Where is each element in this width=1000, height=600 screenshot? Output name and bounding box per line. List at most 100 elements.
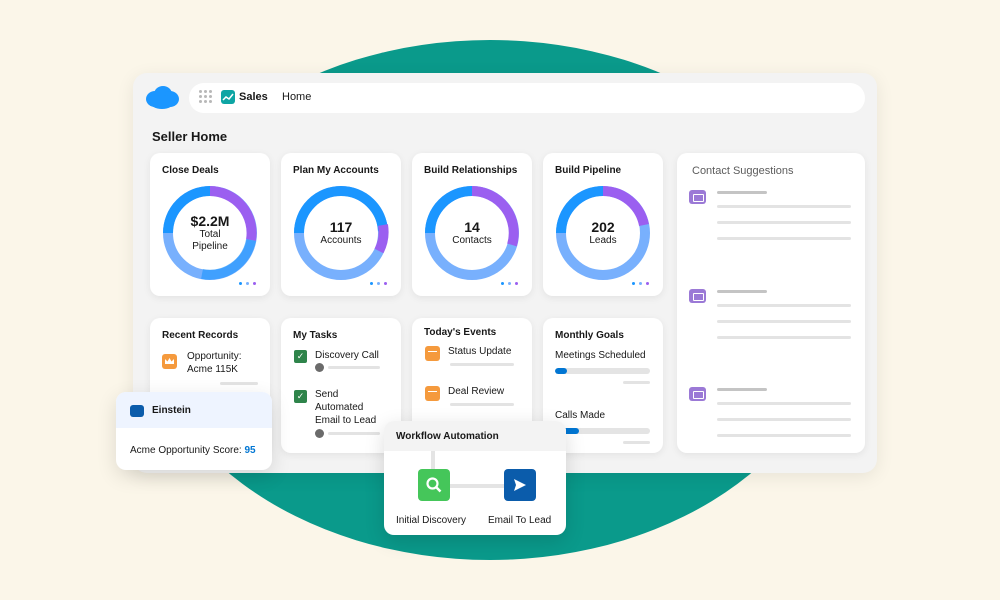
placeholder-line [220, 382, 258, 385]
placeholder-line [623, 441, 650, 444]
pagination-dots[interactable] [239, 282, 256, 285]
card-title: Build Relationships [424, 165, 518, 176]
search-icon [426, 477, 442, 493]
placeholder-line [717, 304, 851, 307]
task-label: Automated [315, 402, 364, 413]
goal-progress-bar [555, 368, 650, 374]
salesforce-cloud-icon[interactable] [145, 85, 179, 111]
calendar-icon [425, 346, 440, 361]
page-title: Seller Home [152, 129, 228, 144]
nav-tab-home[interactable]: Home [282, 91, 311, 103]
event-label[interactable]: Deal Review [448, 386, 504, 397]
placeholder-line [328, 366, 380, 369]
calendar-icon [425, 386, 440, 401]
donut-center: 202 Leads [555, 185, 651, 281]
avatar [315, 429, 324, 438]
card-title: Plan My Accounts [293, 165, 379, 176]
step-label: Email To Lead [488, 515, 552, 526]
goal-label: Calls Made [555, 410, 606, 421]
step-label: Initial Discovery [396, 515, 467, 526]
placeholder-line [450, 403, 514, 406]
contact-card-icon[interactable] [689, 289, 706, 303]
placeholder-line [717, 290, 767, 293]
task-label: Email to Lead [315, 415, 377, 426]
placeholder-line [717, 402, 851, 405]
event-label[interactable]: Status Update [448, 346, 511, 357]
card-title: Close Deals [162, 165, 219, 176]
opportunity-score: Acme Opportunity Score: 95 [130, 445, 256, 456]
score-value: 95 [244, 445, 256, 456]
app-launcher-icon[interactable] [199, 90, 213, 104]
placeholder-line [717, 434, 851, 437]
metric-value: $2.2M [190, 213, 230, 229]
einstein-icon [130, 405, 144, 417]
metric-label: Pipeline [192, 241, 228, 252]
record-item[interactable]: Opportunity: Acme 115K [187, 350, 241, 376]
score-label: Acme Opportunity Score: [130, 445, 242, 456]
metric-card-build-relationships[interactable]: Build Relationships 14 Contacts [412, 153, 532, 296]
app-name[interactable]: Sales [239, 91, 268, 103]
card-title: Build Pipeline [555, 165, 622, 176]
placeholder-line [717, 388, 767, 391]
email-to-lead-node[interactable] [504, 469, 536, 501]
placeholder-line [717, 320, 851, 323]
workflow-automation-card[interactable]: Workflow Automation Initial Discovery Em… [384, 421, 566, 535]
metric-value: 14 [464, 219, 480, 235]
placeholder-line [328, 432, 380, 435]
workflow-header: Workflow Automation [384, 421, 566, 451]
placeholder-line [717, 237, 851, 240]
metric-card-plan-my-accounts[interactable]: Plan My Accounts 117 Accounts [281, 153, 401, 296]
metric-card-close-deals[interactable]: Close Deals $2.2M Total Pipeline [150, 153, 270, 296]
record-type: Opportunity: [187, 351, 242, 362]
pagination-dots[interactable] [370, 282, 387, 285]
initial-discovery-node[interactable] [418, 469, 450, 501]
placeholder-line [717, 205, 851, 208]
donut-center: 117 Accounts [293, 185, 389, 281]
metric-label: Contacts [452, 235, 492, 246]
connector-line [450, 484, 506, 488]
card-title: My Tasks [293, 330, 338, 341]
send-icon [514, 479, 526, 491]
global-header: Sales Home [189, 83, 865, 113]
goal-progress-bar [555, 428, 650, 434]
checkbox-icon[interactable]: ✓ [294, 350, 307, 363]
metric-value: 117 [329, 219, 353, 235]
placeholder-line [717, 418, 851, 421]
donut-center: $2.2M Total Pipeline [162, 185, 258, 281]
placeholder-line [450, 363, 514, 366]
placeholder-line [717, 221, 851, 224]
checkbox-icon[interactable]: ✓ [294, 390, 307, 403]
card-title: Today's Events [424, 327, 497, 338]
metric-value: 202 [591, 219, 615, 235]
metric-card-build-pipeline[interactable]: Build Pipeline 202 Leads [543, 153, 663, 296]
sales-app-icon [221, 90, 235, 104]
workflow-title: Workflow Automation [396, 431, 499, 442]
einstein-header: Einstein [116, 392, 272, 428]
record-name: Acme 115K [187, 364, 238, 375]
pagination-dots[interactable] [501, 282, 518, 285]
pagination-dots[interactable] [632, 282, 649, 285]
my-tasks-card: My Tasks ✓ Discovery Call ✓ Send Automat… [281, 318, 401, 453]
card-title: Recent Records [162, 330, 239, 341]
connector-line [431, 451, 435, 469]
metric-label: Accounts [320, 235, 362, 246]
placeholder-line [717, 191, 767, 194]
task-label: Discovery Call [315, 350, 379, 361]
contact-card-icon[interactable] [689, 387, 706, 401]
placeholder-line [717, 336, 851, 339]
goal-progress-fill [555, 368, 568, 374]
einstein-card[interactable]: Einstein Acme Opportunity Score: 95 [116, 392, 272, 470]
task-label: Send [315, 389, 339, 400]
goal-label: Meetings Scheduled [555, 350, 646, 361]
card-title: Contact Suggestions [692, 165, 794, 177]
metric-label: Leads [589, 235, 617, 246]
contact-card-icon[interactable] [689, 190, 706, 204]
metric-label: Total [199, 229, 221, 240]
card-title: Monthly Goals [555, 330, 624, 341]
crown-icon [162, 354, 177, 369]
contact-suggestions-card: Contact Suggestions [677, 153, 865, 453]
avatar [315, 363, 324, 372]
einstein-title: Einstein [152, 405, 191, 416]
placeholder-line [623, 381, 650, 384]
donut-center: 14 Contacts [424, 185, 520, 281]
